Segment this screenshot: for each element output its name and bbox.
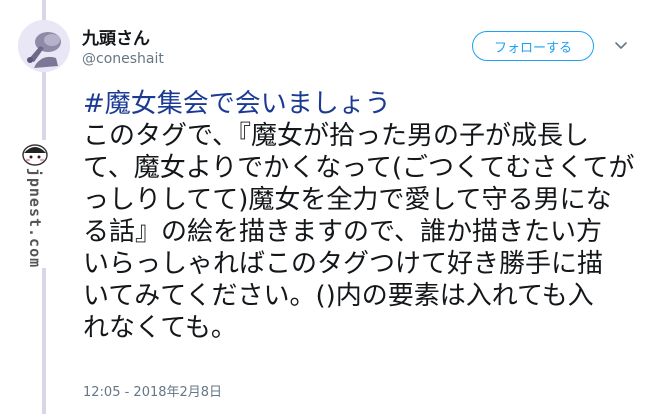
watermark-text: jpnest.com — [26, 167, 44, 269]
avatar[interactable] — [18, 20, 70, 72]
watermark-mascot-icon — [22, 144, 48, 166]
tweet-timestamp[interactable]: 12:05 - 2018年2月8日 — [83, 381, 222, 400]
tweet-line: このタグで、『魔女が拾った男の子が成長し — [83, 121, 589, 151]
avatar-illustration — [18, 20, 70, 72]
tweet-line: いらっしゃればこのタグつけて好き勝手に描 — [83, 249, 604, 279]
chevron-down-icon[interactable] — [614, 39, 628, 53]
hashtag-link[interactable]: #魔女集会で会いましょう — [83, 88, 653, 120]
follow-button[interactable]: フォローする — [472, 31, 594, 61]
watermark-text-wrap: jpnest.com — [16, 167, 54, 269]
tweet-line: れなくても。 — [83, 313, 237, 343]
tweet-line: っしりしてて)魔女を全力で愛して守る男にな — [83, 185, 612, 215]
tweet-line: て、魔女よりでかくなって(ごつくてむさくてが — [83, 153, 635, 183]
tweet-line: いてみてください。()内の要素は入れても入 — [83, 281, 594, 311]
watermark: jpnest.com — [16, 140, 54, 268]
tweet-page: 九頭さん @coneshait フォローする jpnest.com #魔女集会で… — [0, 0, 660, 414]
tweet-text: #魔女集会で会いましょう このタグで、『魔女が拾った男の子が成長し て、魔女より… — [83, 88, 653, 344]
display-name[interactable]: 九頭さん — [82, 24, 150, 49]
user-handle[interactable]: @coneshait — [82, 51, 164, 67]
tweet-line: る話』の絵を描きますので、誰か描きたい方 — [83, 217, 602, 247]
